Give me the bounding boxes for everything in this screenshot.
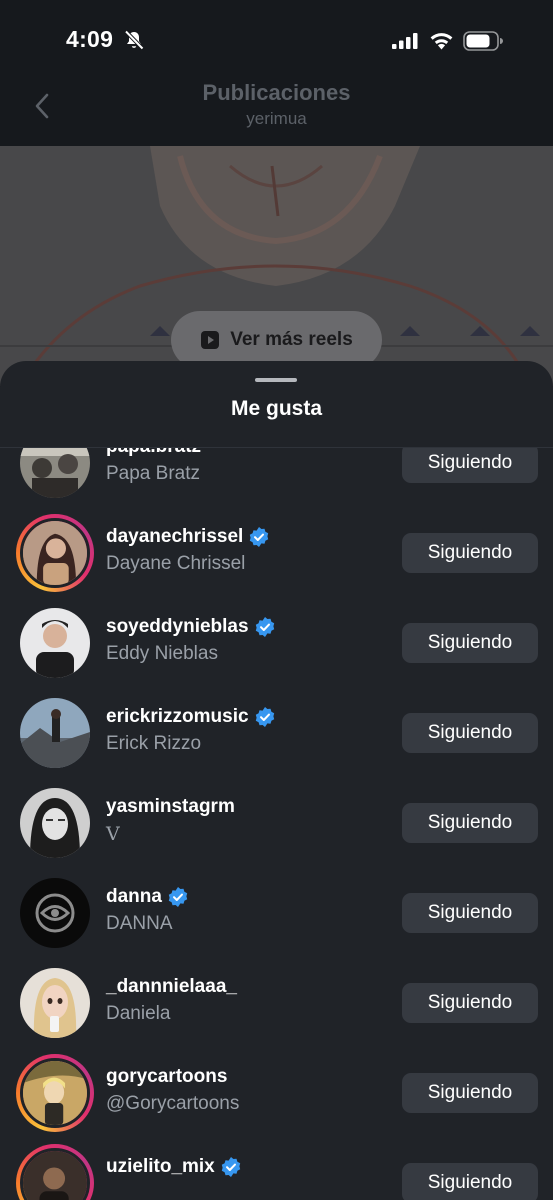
username[interactable]: soyeddynieblas — [106, 616, 275, 638]
following-button[interactable]: Siguiendo — [402, 1163, 538, 1200]
bell-muted-icon — [124, 30, 144, 50]
username[interactable]: erickrizzomusic — [106, 706, 275, 728]
avatar-image — [20, 1058, 90, 1128]
wifi-icon — [430, 33, 453, 50]
avatar-image — [20, 608, 90, 678]
username[interactable]: gorycartoons — [106, 1066, 227, 1088]
view-more-reels-label: Ver más reels — [230, 329, 353, 350]
full-name: Dayane Chrissel — [106, 553, 246, 574]
likes-sheet: Me gusta papa.bratz Papa Bratz Siguiendo… — [0, 361, 553, 1200]
verified-badge-icon — [255, 617, 274, 637]
sheet-drag-handle[interactable] — [255, 378, 297, 382]
username-text: uzielito_mix — [106, 1156, 215, 1177]
list-item[interactable]: papa.bratz Papa Bratz Siguiendo — [0, 448, 553, 508]
username[interactable]: danna — [106, 886, 188, 908]
list-item[interactable]: yasminstagrm V Siguiendo — [0, 778, 553, 868]
list-item[interactable]: dayanechrissel Dayane Chrissel Siguiendo — [0, 508, 553, 598]
avatar-image — [20, 698, 90, 768]
full-name: V — [106, 823, 120, 845]
avatar-story-ring[interactable] — [16, 514, 94, 592]
avatar-image — [20, 448, 90, 498]
username[interactable]: papa.bratz — [106, 448, 201, 458]
avatar-image — [20, 788, 90, 858]
avatar[interactable] — [16, 784, 94, 862]
following-button[interactable]: Siguiendo — [402, 983, 538, 1023]
likes-list[interactable]: papa.bratz Papa Bratz Siguiendo dayanech… — [0, 448, 553, 1200]
page-title: Publicaciones — [202, 80, 351, 105]
verified-badge-icon — [168, 887, 188, 907]
list-item[interactable]: _dannnielaaa_ Daniela Siguiendo — [0, 958, 553, 1048]
following-button[interactable]: Siguiendo — [402, 623, 538, 663]
avatar-story-ring[interactable] — [16, 1144, 94, 1200]
verified-badge-icon — [221, 1157, 240, 1177]
page-subtitle: yerimua — [246, 109, 307, 128]
avatar[interactable] — [16, 694, 94, 772]
following-button[interactable]: Siguiendo — [402, 893, 538, 933]
avatar[interactable] — [16, 874, 94, 952]
cellular-signal-icon — [392, 33, 418, 49]
following-button[interactable]: Siguiendo — [402, 803, 538, 843]
username[interactable]: uzielito_mix — [106, 1156, 241, 1178]
status-time: 4:09 — [66, 26, 114, 52]
avatar-image — [20, 968, 90, 1038]
full-name: Erick Rizzo — [106, 733, 202, 754]
following-button[interactable]: Siguiendo — [402, 1073, 538, 1113]
username-text: papa.bratz — [106, 448, 201, 458]
full-name: DANNA — [106, 913, 173, 934]
full-name: Eddy Nieblas — [106, 643, 218, 664]
status-bar: 4:09 — [0, 0, 553, 70]
avatar-image — [20, 878, 90, 948]
full-name: Papa Bratz — [106, 463, 200, 484]
avatar[interactable] — [16, 448, 94, 502]
reels-icon — [201, 331, 220, 349]
username[interactable]: _dannnielaaa_ — [106, 976, 237, 998]
verified-badge-icon — [250, 527, 269, 547]
username-text: erickrizzomusic — [106, 706, 249, 727]
avatar-image — [20, 518, 90, 588]
avatar-image — [20, 1148, 90, 1200]
avatar-story-ring[interactable] — [16, 1054, 94, 1132]
avatar[interactable] — [16, 604, 94, 682]
list-item[interactable]: uzielito_mix Siguiendo — [0, 1138, 553, 1200]
username-text: _dannnielaaa_ — [106, 976, 237, 997]
following-button[interactable]: Siguiendo — [402, 533, 538, 573]
full-name: Daniela — [106, 1003, 171, 1024]
username[interactable]: yasminstagrm — [106, 796, 235, 818]
following-button[interactable]: Siguiendo — [402, 448, 538, 483]
username-text: danna — [106, 886, 162, 907]
list-item[interactable]: soyeddynieblas Eddy Nieblas Siguiendo — [0, 598, 553, 688]
verified-badge-icon — [255, 707, 274, 727]
sheet-title: Me gusta — [230, 397, 322, 420]
username-text: yasminstagrm — [106, 796, 235, 817]
username[interactable]: dayanechrissel — [106, 526, 269, 548]
username-text: soyeddynieblas — [106, 616, 249, 637]
list-item[interactable]: danna DANNA Siguiendo — [0, 868, 553, 958]
username-text: dayanechrissel — [106, 526, 244, 547]
top-navigation: Publicaciones yerimua — [0, 70, 553, 146]
following-button[interactable]: Siguiendo — [402, 713, 538, 753]
username-text: gorycartoons — [106, 1066, 228, 1087]
avatar[interactable] — [16, 964, 94, 1042]
battery-icon — [463, 31, 503, 51]
list-item[interactable]: gorycartoons @Gorycartoons Siguiendo — [0, 1048, 553, 1138]
full-name: @Gorycartoons — [106, 1093, 240, 1114]
list-item[interactable]: erickrizzomusic Erick Rizzo Siguiendo — [0, 688, 553, 778]
